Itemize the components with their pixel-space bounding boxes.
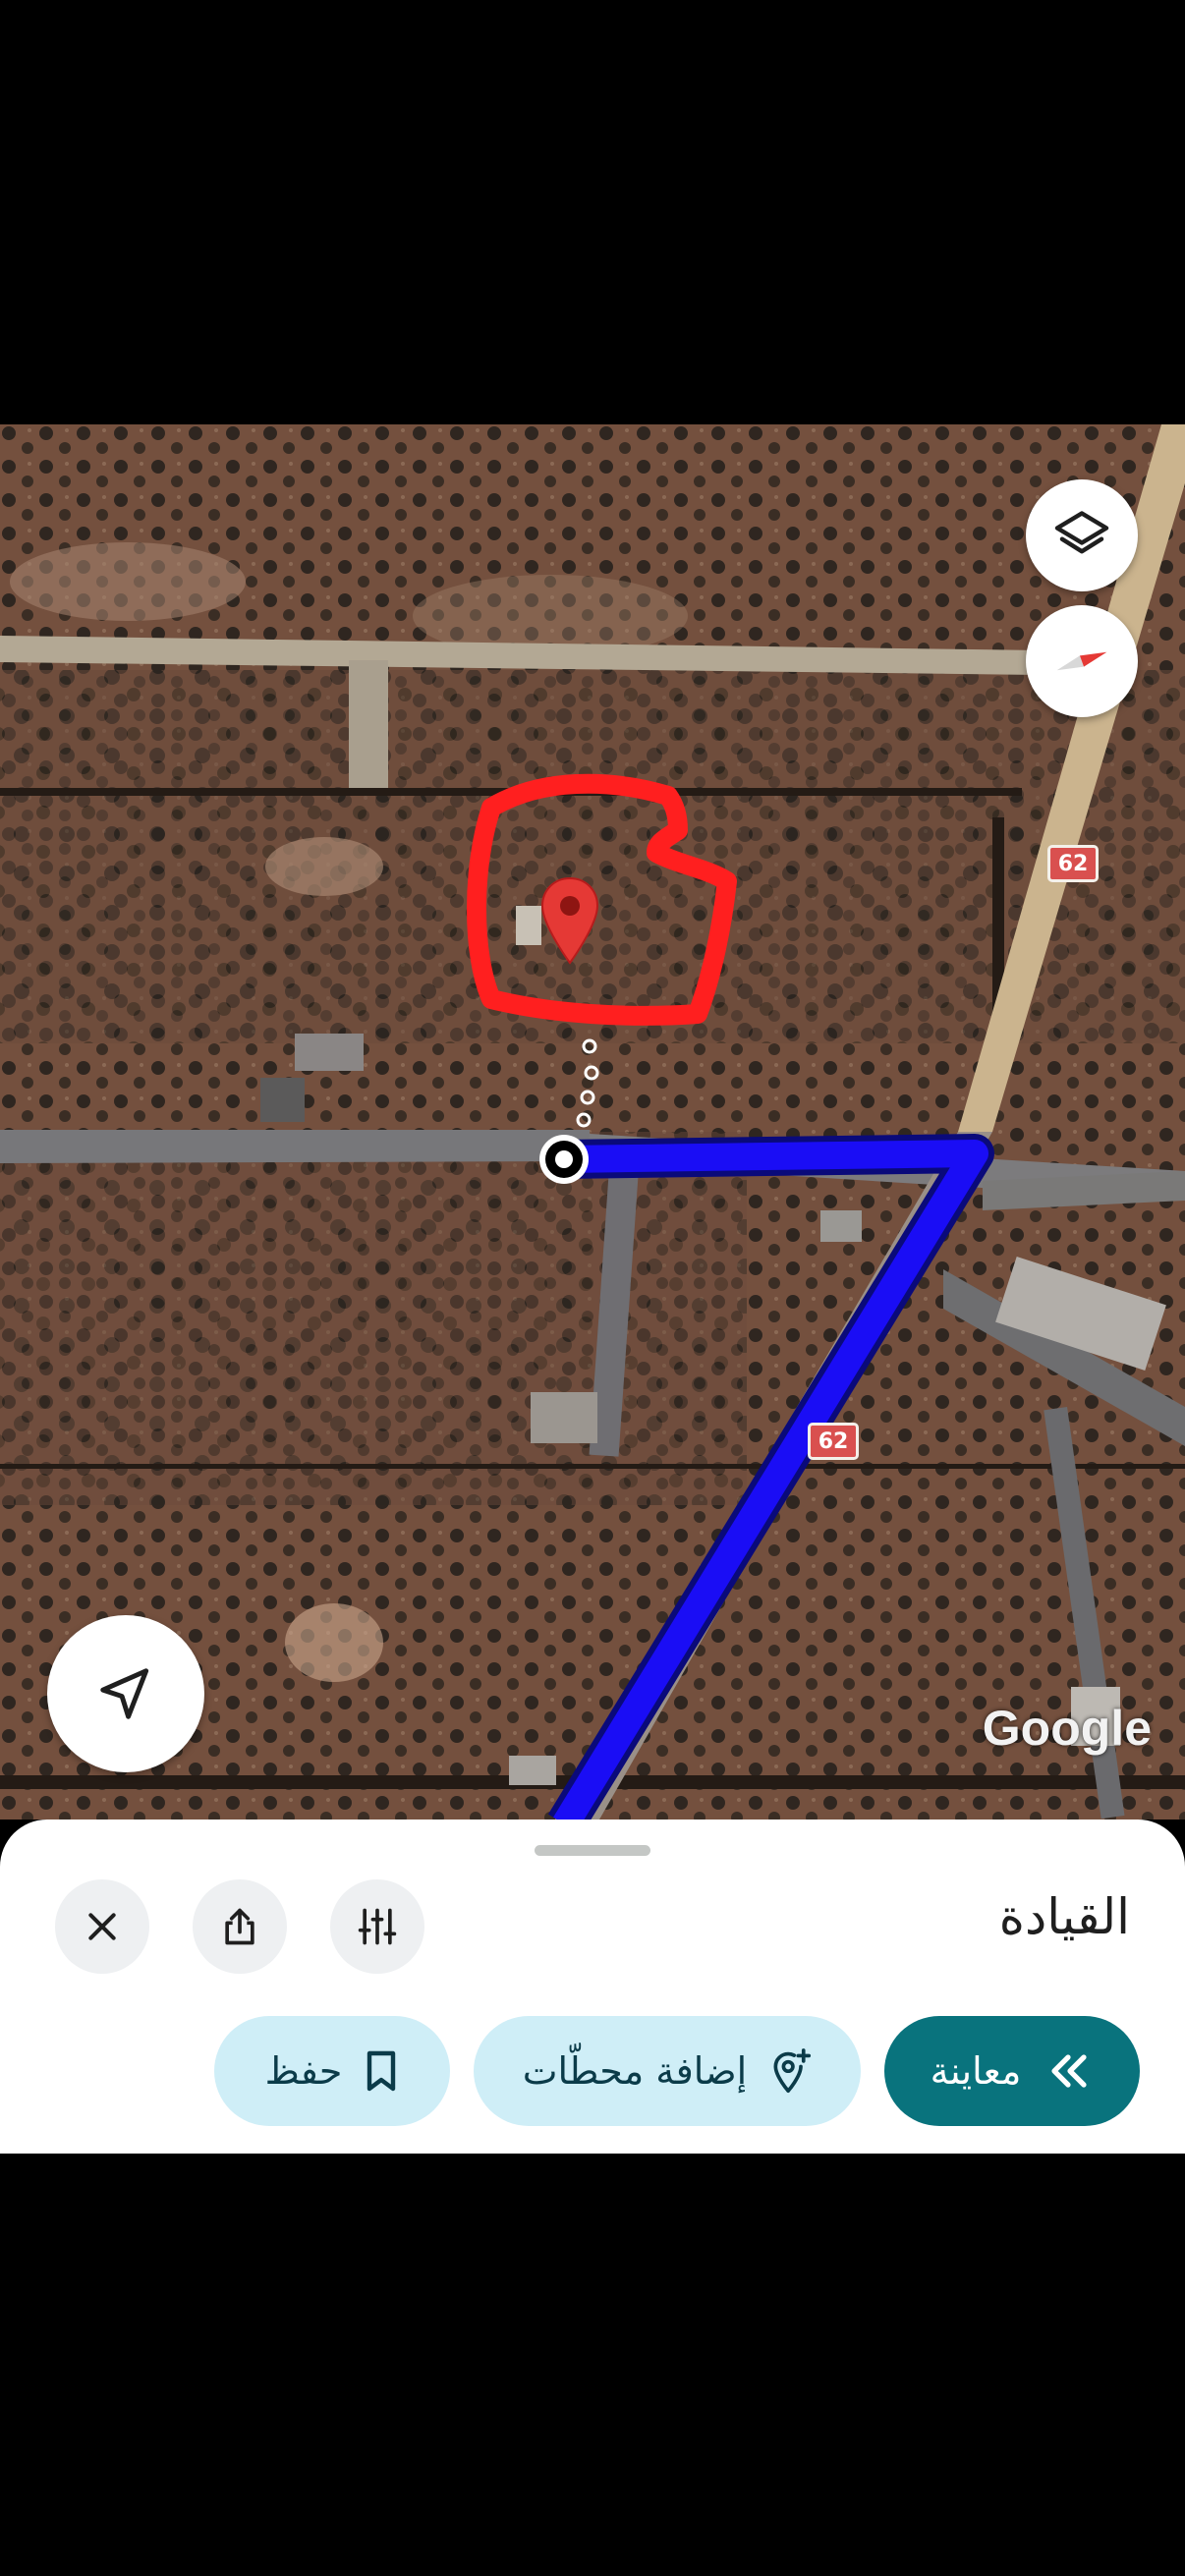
satellite-map[interactable]: 62 62 Google — [0, 424, 1185, 1820]
location-arrow-icon — [100, 1668, 149, 1719]
road-shield: 62 — [808, 1423, 859, 1460]
add-stops-button[interactable]: إضافة محطّات — [474, 2016, 861, 2126]
route-start-dot — [539, 1135, 589, 1184]
save-button[interactable]: حفظ — [214, 2016, 450, 2126]
google-attribution: Google — [982, 1701, 1152, 1756]
preview-label: معاينة — [930, 2049, 1022, 2093]
route-options-icon — [358, 1908, 397, 1945]
directions-bottom-sheet: القيادة معاينة إضافة محطّات حفظ — [0, 1820, 1185, 2154]
place-marker-icon[interactable] — [538, 876, 601, 965]
share-icon — [225, 1908, 254, 1945]
road-shield: 62 — [1047, 845, 1099, 882]
add-stop-pin-icon — [773, 2048, 812, 2093]
layers-icon — [1054, 511, 1109, 554]
add-stops-label: إضافة محطّات — [522, 2049, 748, 2093]
double-chevron-icon — [1051, 2054, 1087, 2088]
share-button[interactable] — [193, 1879, 287, 1974]
close-button[interactable] — [55, 1879, 149, 1974]
route-options-button[interactable] — [330, 1879, 424, 1974]
satellite-imagery — [0, 424, 1185, 1820]
compass-icon — [1056, 651, 1107, 671]
compass-button[interactable] — [1026, 605, 1138, 717]
my-location-button[interactable] — [47, 1615, 204, 1772]
sheet-title: القيادة — [998, 1888, 1130, 1945]
bookmark-icon — [367, 2050, 396, 2092]
close-icon — [88, 1913, 116, 1940]
save-label: حفظ — [264, 2049, 343, 2093]
preview-button[interactable]: معاينة — [884, 2016, 1140, 2126]
layers-button[interactable] — [1026, 479, 1138, 591]
drag-handle[interactable] — [535, 1845, 650, 1856]
